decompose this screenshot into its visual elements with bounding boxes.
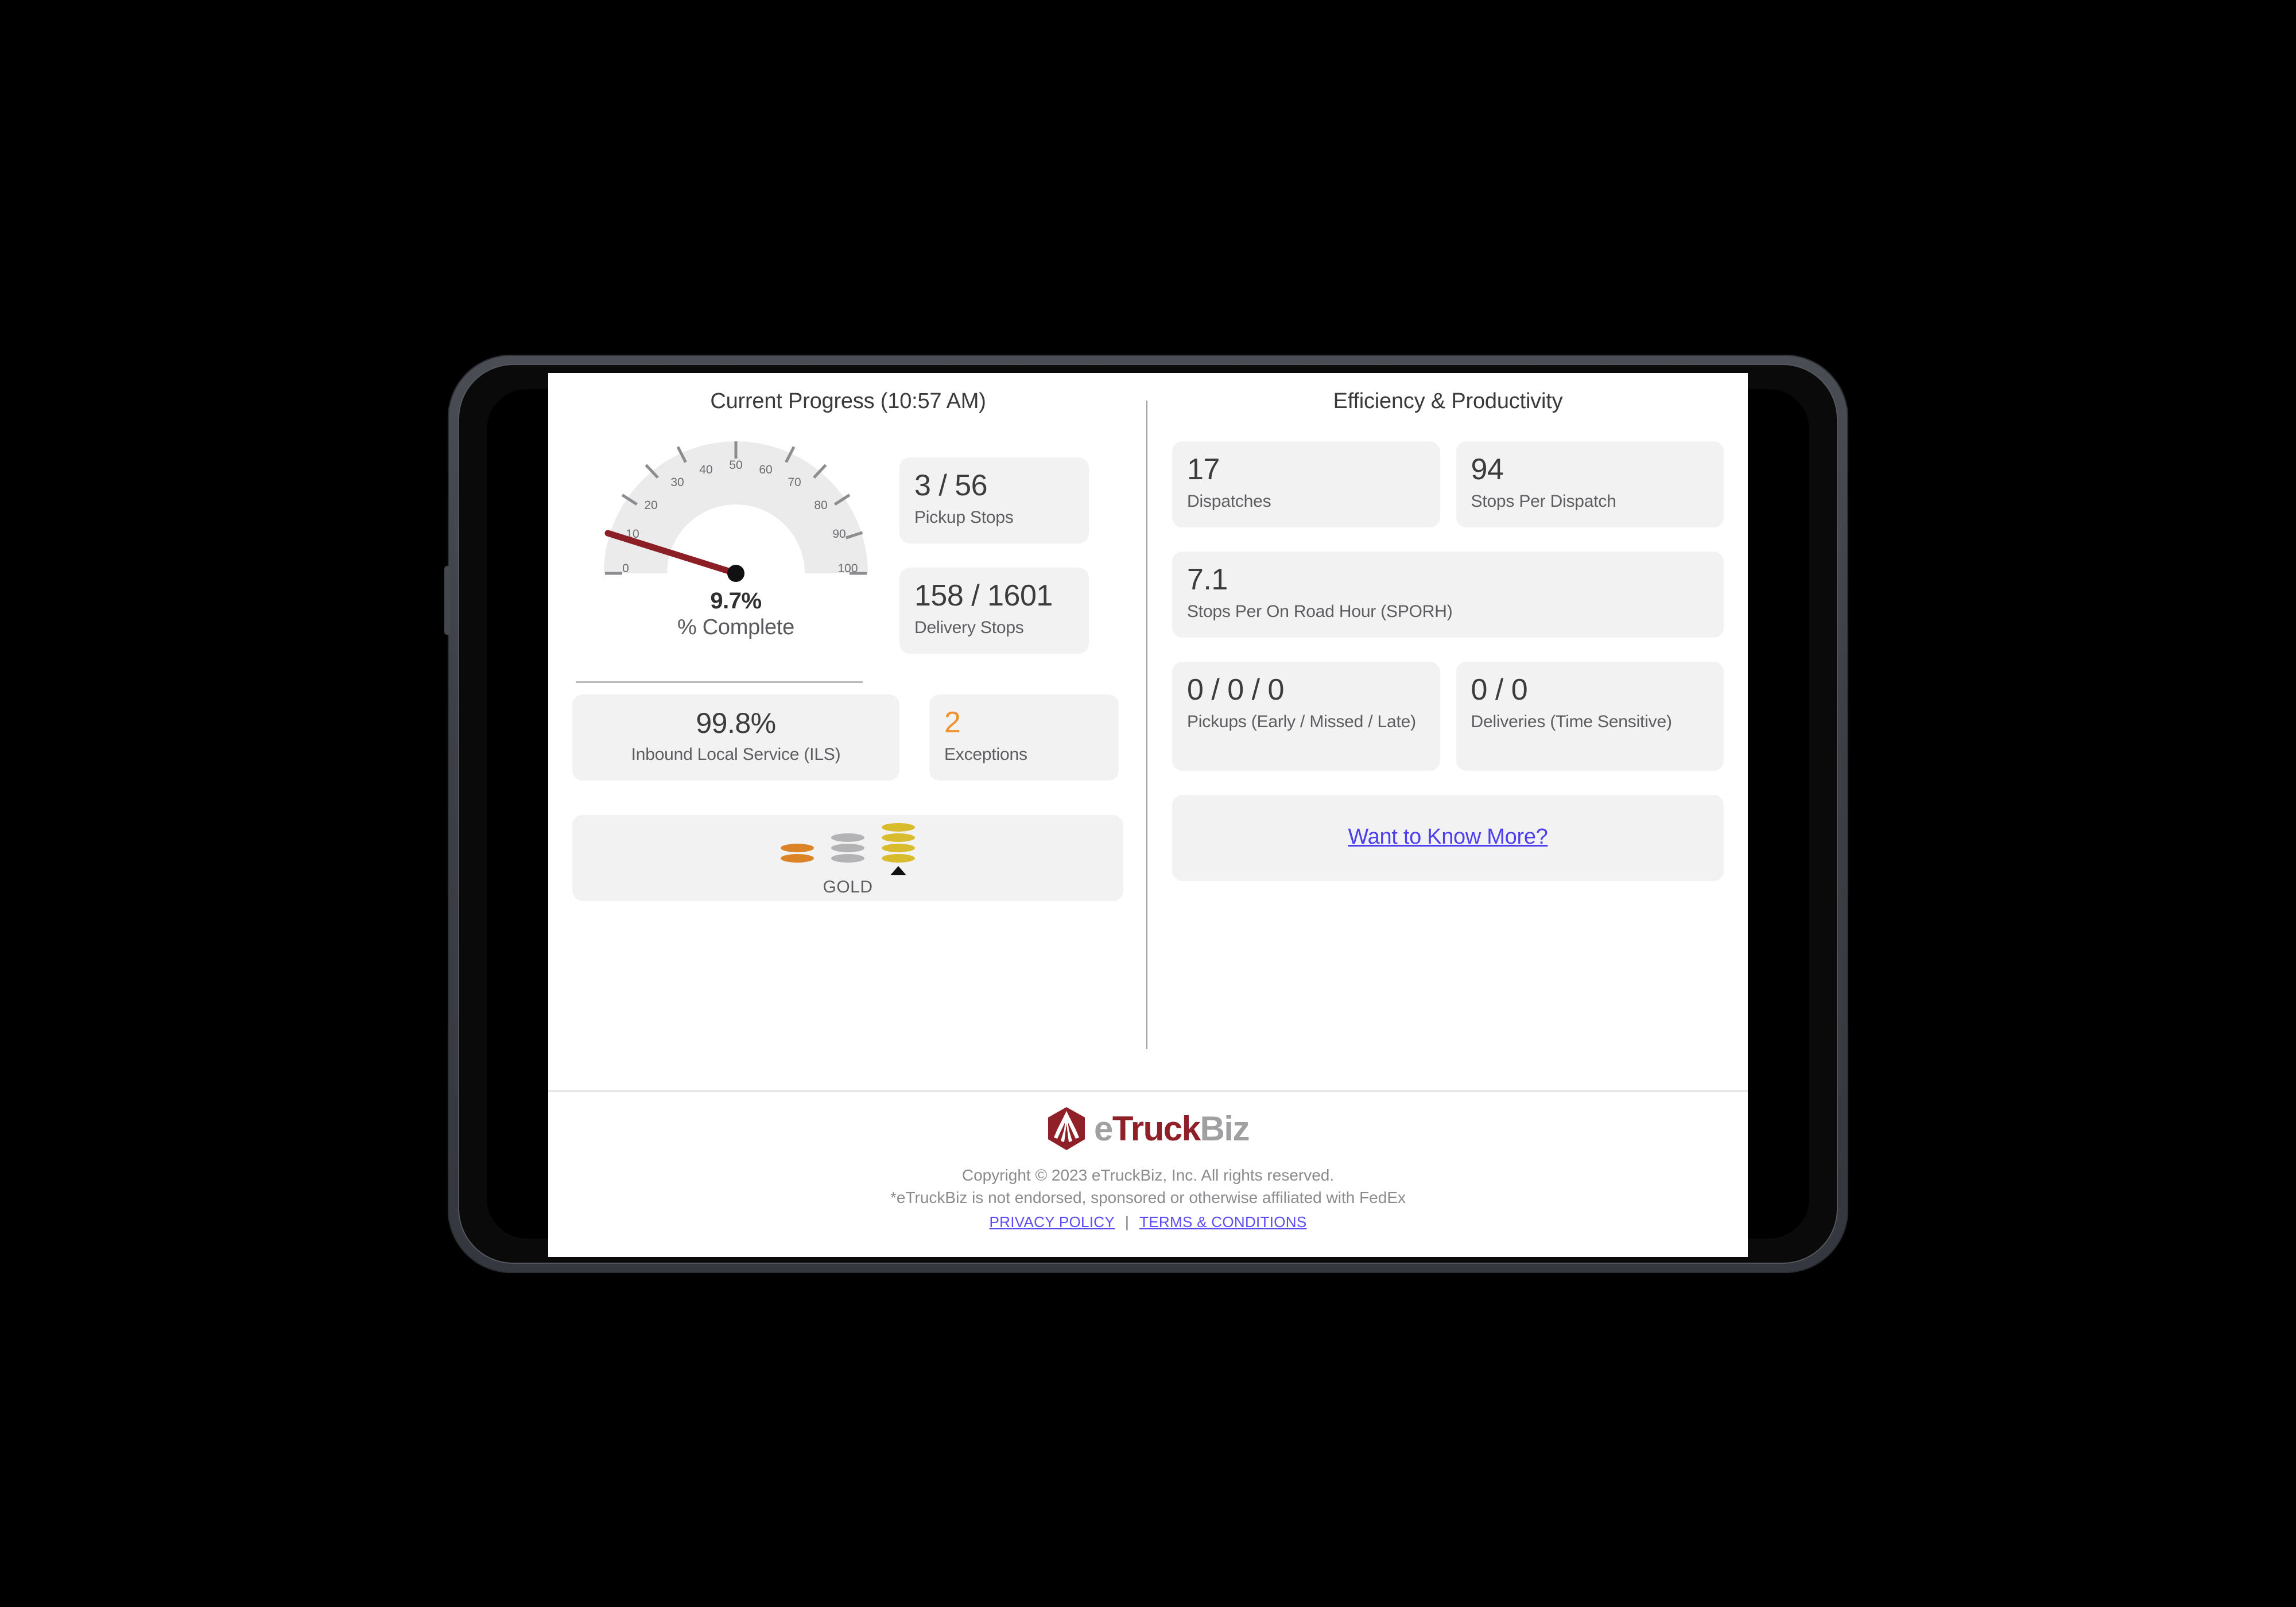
efficiency-productivity-column: Efficiency & Productivity 17 Dispatches … [1148, 373, 1748, 1090]
gold-coin-stack-icon [882, 823, 915, 875]
kpi-value: 158 / 1601 [914, 579, 1053, 612]
kpi-card-dispatches[interactable]: 17 Dispatches [1172, 441, 1440, 527]
kpi-label: Inbound Local Service (ILS) [631, 744, 841, 764]
kpi-card-deliveries-time-sensitive[interactable]: 0 / 0 Deliveries (Time Sensitive) [1456, 662, 1724, 771]
kpi-value: 94 [1471, 453, 1504, 486]
gauge-hub [727, 565, 744, 582]
tier-status-card[interactable]: GOLD [572, 815, 1123, 901]
efficiency-cards-grid: 17 Dispatches 94 Stops Per Dispatch 7.1 … [1172, 441, 1724, 881]
kpi-value: 99.8% [696, 707, 776, 740]
svg-text:0: 0 [622, 562, 629, 575]
page-footer: eTruckBiz Copyright © 2023 eTruckBiz, In… [548, 1090, 1748, 1231]
svg-text:70: 70 [788, 476, 801, 489]
kpi-value: 17 [1187, 453, 1220, 486]
svg-text:90: 90 [832, 527, 846, 541]
svg-text:50: 50 [729, 459, 742, 472]
copyright-block: Copyright © 2023 eTruckBiz, Inc. All rig… [548, 1164, 1748, 1209]
kpi-card-exceptions[interactable]: 2 Exceptions [929, 694, 1119, 781]
svg-text:30: 30 [670, 476, 684, 489]
efficiency-row-3: 0 / 0 / 0 Pickups (Early / Missed / Late… [1172, 662, 1724, 771]
kpi-card-inbound-local-service[interactable]: 99.8% Inbound Local Service (ILS) [572, 694, 899, 781]
svg-text:100: 100 [837, 562, 858, 575]
coin-stacks-group [781, 819, 915, 875]
svg-text:60: 60 [759, 463, 772, 476]
want-to-know-more-card[interactable]: Want to Know More? [1172, 795, 1724, 881]
kpi-value: 7.1 [1187, 563, 1228, 596]
etruckbiz-logo: eTruckBiz [548, 1107, 1748, 1151]
footer-link-separator: | [1125, 1213, 1130, 1231]
kpi-card-delivery-stops[interactable]: 158 / 1601 Delivery Stops [899, 568, 1089, 654]
kpi-label: Pickups (Early / Missed / Late) [1187, 712, 1416, 731]
kpi-value: 0 / 0 [1471, 673, 1528, 707]
tier-label: GOLD [823, 878, 873, 896]
silver-coin-stack-icon [831, 833, 864, 863]
wordmark-e: e [1094, 1109, 1113, 1148]
gauge-caption: % Complete [677, 615, 794, 639]
kpi-label: Pickup Stops [914, 507, 1014, 527]
footer-links: PRIVACY POLICY | TERMS & CONDITIONS [548, 1213, 1748, 1231]
efficiency-row-1: 17 Dispatches 94 Stops Per Dispatch [1172, 441, 1724, 527]
current-progress-title: Current Progress (10:57 AM) [710, 389, 986, 413]
progress-top-row: 0 10 20 30 40 50 60 70 80 90 100 9.7% % … [572, 441, 1124, 654]
terms-and-conditions-link[interactable]: TERMS & CONDITIONS [1139, 1213, 1306, 1231]
tablet-side-button[interactable] [444, 566, 450, 635]
gauge-value-label: 9.7% [710, 588, 762, 614]
stop-cards-group: 3 / 56 Pickup Stops 158 / 1601 Delivery … [899, 441, 1089, 654]
kpi-label: Stops Per On Road Hour (SPORH) [1187, 601, 1453, 621]
kpi-card-sporh[interactable]: 7.1 Stops Per On Road Hour (SPORH) [1172, 552, 1724, 638]
want-to-know-more-link[interactable]: Want to Know More? [1348, 825, 1548, 849]
kpi-card-pickups-early-missed-late[interactable]: 0 / 0 / 0 Pickups (Early / Missed / Late… [1172, 662, 1440, 771]
privacy-policy-link[interactable]: PRIVACY POLICY [989, 1213, 1115, 1231]
svg-text:20: 20 [644, 499, 657, 512]
progress-divider [576, 681, 863, 683]
tier-selected-pointer-icon [890, 866, 906, 875]
dashboard-page: Current Progress (10:57 AM) 0 10 20 30 4… [548, 373, 1748, 1257]
kpi-card-pickup-stops[interactable]: 3 / 56 Pickup Stops [899, 457, 1089, 544]
copyright-line-1: Copyright © 2023 eTruckBiz, Inc. All rig… [961, 1166, 1335, 1184]
etruckbiz-hexagon-logo-icon [1048, 1107, 1085, 1150]
wordmark-b: B [1200, 1109, 1224, 1148]
efficiency-row-2: 7.1 Stops Per On Road Hour (SPORH) [1172, 552, 1724, 638]
svg-text:40: 40 [699, 463, 712, 476]
gauge-chart-svg: 0 10 20 30 40 50 60 70 80 90 100 [604, 441, 868, 582]
kpi-label: Dispatches [1187, 491, 1271, 511]
kpi-value: 2 [944, 706, 961, 739]
wordmark-truck: Truck [1112, 1109, 1201, 1148]
kpi-value: 0 / 0 / 0 [1187, 673, 1284, 707]
etruckbiz-wordmark: eTruckBiz [1094, 1109, 1250, 1148]
dashboard-body: Current Progress (10:57 AM) 0 10 20 30 4… [548, 373, 1748, 1090]
svg-text:80: 80 [814, 499, 827, 512]
wordmark-iz: iz [1224, 1109, 1250, 1148]
efficiency-productivity-title: Efficiency & Productivity [1333, 389, 1563, 413]
efficiency-row-4: Want to Know More? [1172, 795, 1724, 881]
bronze-coin-stack-icon [781, 844, 814, 863]
kpi-label: Stops Per Dispatch [1471, 491, 1616, 511]
copyright-line-2: *eTruckBiz is not endorsed, sponsored or… [890, 1189, 1406, 1207]
current-progress-column: Current Progress (10:57 AM) 0 10 20 30 4… [548, 373, 1148, 1090]
kpi-label: Exceptions [944, 744, 1027, 764]
kpi-card-stops-per-dispatch[interactable]: 94 Stops Per Dispatch [1456, 441, 1724, 527]
progress-gauge: 0 10 20 30 40 50 60 70 80 90 100 9.7% % … [572, 441, 899, 654]
ils-row: 99.8% Inbound Local Service (ILS) 2 Exce… [572, 694, 1124, 781]
kpi-label: Delivery Stops [914, 618, 1024, 637]
kpi-value: 3 / 56 [914, 469, 988, 502]
kpi-label: Deliveries (Time Sensitive) [1471, 712, 1672, 731]
